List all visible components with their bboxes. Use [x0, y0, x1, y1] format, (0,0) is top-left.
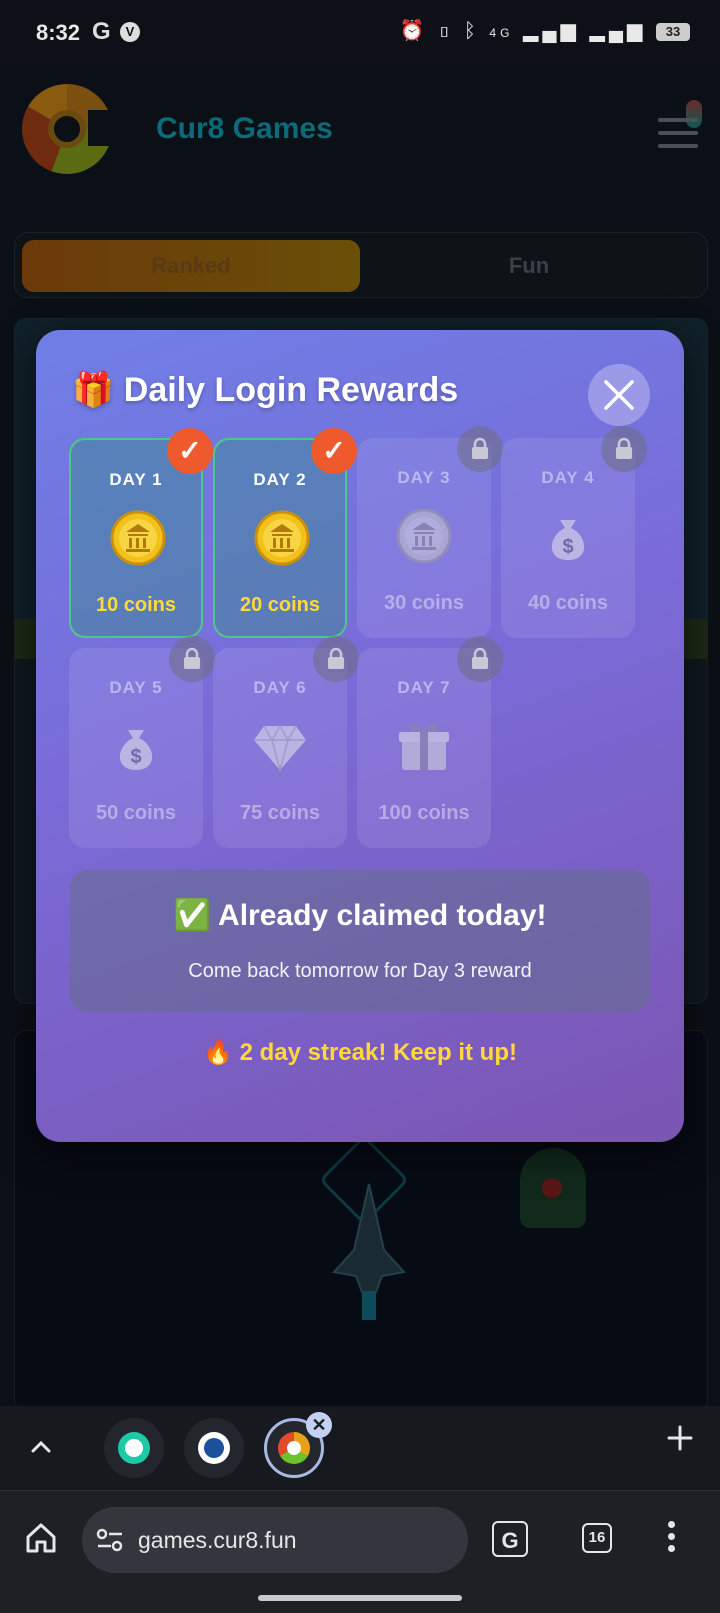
- signal-icon: ▂▄▆: [523, 20, 580, 42]
- status-time: 8:32: [36, 20, 81, 45]
- check-icon: ✓: [167, 428, 213, 474]
- modal-title: 🎁 Daily Login Rewards: [72, 370, 458, 410]
- day-reward: 20 coins: [239, 594, 321, 616]
- lock-icon: [313, 636, 359, 682]
- day-reward: 10 coins: [95, 594, 177, 616]
- streak-text: 🔥 2 day streak! Keep it up!: [203, 1039, 517, 1066]
- day-5-card: DAY 5 $ 50 coins: [69, 636, 215, 848]
- day-reward: 75 coins: [239, 802, 321, 824]
- network-type-icon: 4G: [489, 26, 514, 40]
- status-bar: 8:32 G V ⏰ ▯ ᛒ 4G ▂▄▆ ▂▄▆ 33: [0, 0, 720, 64]
- coin-icon: [254, 510, 310, 566]
- tab-strip: [0, 1406, 720, 1490]
- v-app-icon: V: [120, 22, 140, 42]
- day-label: DAY 1: [109, 470, 163, 489]
- day-6-card: DAY 6 75 coins: [213, 636, 359, 848]
- close-button[interactable]: [588, 364, 650, 426]
- day-label: DAY 3: [397, 468, 451, 487]
- daily-rewards-modal: 🎁 Daily Login Rewards DAY 1 10 coins ✓ D…: [36, 330, 684, 1142]
- chevron-up-icon[interactable]: [28, 1434, 54, 1460]
- mode-ranked-button[interactable]: Ranked: [22, 240, 360, 292]
- lock-icon: [457, 426, 503, 472]
- translate-icon[interactable]: G: [492, 1521, 528, 1557]
- day-1-card: DAY 1 10 coins ✓: [69, 428, 213, 638]
- tab-switcher-button[interactable]: 16: [582, 1523, 612, 1553]
- day-label: DAY 4: [541, 468, 595, 487]
- day-label: DAY 6: [253, 678, 307, 697]
- tab-thumbnail-2[interactable]: [184, 1418, 244, 1478]
- lock-icon: [457, 636, 503, 682]
- day-label: DAY 2: [253, 470, 307, 489]
- modal-title-text: Daily Login Rewards: [123, 371, 459, 409]
- check-icon: ✓: [311, 428, 357, 474]
- day-7-card: DAY 7 100 coins: [357, 636, 503, 848]
- lock-icon: [601, 426, 647, 472]
- vibrate-icon: ▯: [438, 20, 455, 42]
- lock-icon: [169, 636, 215, 682]
- svg-text:$: $: [562, 536, 573, 558]
- home-icon[interactable]: [24, 1521, 58, 1555]
- gift-icon: [399, 724, 449, 770]
- google-icon: G: [92, 18, 111, 45]
- logo-cutout: [88, 110, 118, 146]
- svg-text:$: $: [130, 746, 141, 768]
- close-tab-icon[interactable]: ✕: [306, 1412, 332, 1438]
- gesture-bar: [258, 1595, 462, 1601]
- status-icons: ⏰ ▯ ᛒ 4G ▂▄▆ ▂▄▆ 33: [400, 18, 690, 43]
- day-reward: 30 coins: [383, 592, 465, 614]
- coin-icon: [396, 508, 452, 564]
- brand-name[interactable]: Cur8 Games: [156, 112, 333, 146]
- diamond-icon: [254, 724, 306, 773]
- money-bag-icon: $: [119, 730, 153, 770]
- url-text[interactable]: games.cur8.fun: [138, 1527, 297, 1554]
- coin-icon: [110, 510, 166, 566]
- close-icon: [604, 380, 634, 410]
- day-reward: 40 coins: [527, 592, 609, 614]
- site-settings-icon[interactable]: [96, 1527, 124, 1553]
- gift-title-icon: 🎁: [72, 371, 115, 409]
- day-reward: 100 coins: [378, 802, 470, 824]
- alarm-icon: ⏰: [399, 20, 429, 42]
- day-label: DAY 5: [109, 678, 163, 697]
- spaceship-icon: [332, 1183, 406, 1320]
- browser-toolbar: games.cur8.fun G 16: [0, 1490, 720, 1613]
- claimed-title: ✅ Already claimed today!: [173, 899, 547, 932]
- day-reward: 50 coins: [95, 802, 177, 824]
- tab-thumbnail-1[interactable]: [104, 1418, 164, 1478]
- hamburger-menu-icon[interactable]: [658, 118, 698, 157]
- more-options-icon[interactable]: [668, 1521, 676, 1557]
- claimed-status-box: ✅ Already claimed today! Come back tomor…: [70, 870, 650, 1012]
- battery-icon: 33: [656, 22, 690, 41]
- day-label: DAY 7: [397, 678, 451, 697]
- mode-fun-button[interactable]: Fun: [360, 240, 698, 292]
- signal-icon-2: ▂▄▆: [589, 20, 647, 42]
- day-4-card: DAY 4 $ 40 coins: [501, 426, 647, 638]
- money-bag-icon: $: [551, 520, 585, 560]
- enemy-ship-icon: [520, 1148, 586, 1228]
- claimed-subtitle: Come back tomorrow for Day 3 reward: [188, 960, 532, 982]
- day-3-card: DAY 3 30 coins: [357, 426, 503, 638]
- new-tab-icon[interactable]: [666, 1424, 694, 1452]
- day-2-card: DAY 2 20 coins ✓: [213, 428, 357, 638]
- bluetooth-icon: ᛒ: [463, 20, 480, 42]
- address-bar[interactable]: games.cur8.fun: [82, 1507, 468, 1573]
